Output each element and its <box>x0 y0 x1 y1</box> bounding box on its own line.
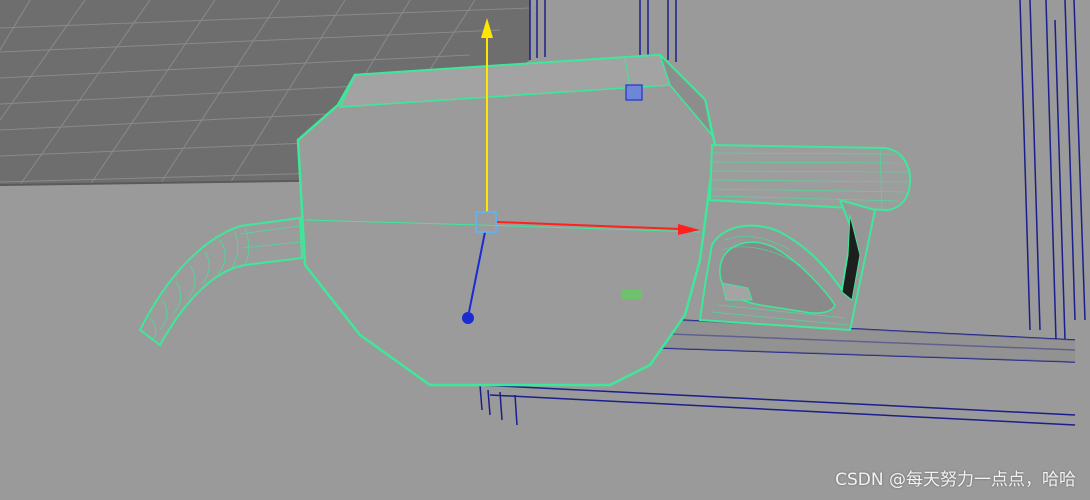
z-axis-arrow[interactable] <box>462 312 474 324</box>
scene-canvas[interactable] <box>0 0 1090 500</box>
csdn-watermark: CSDN @每天努力一点点，哈哈 <box>835 470 1076 490</box>
selected-vertex-blue[interactable] <box>625 84 643 101</box>
nozzle-body[interactable] <box>296 53 717 387</box>
component-marker-green[interactable] <box>622 290 642 299</box>
nozzle-handle[interactable] <box>708 143 912 212</box>
maya-viewport[interactable]: CSDN @每天努力一点点，哈哈 <box>0 0 1090 500</box>
